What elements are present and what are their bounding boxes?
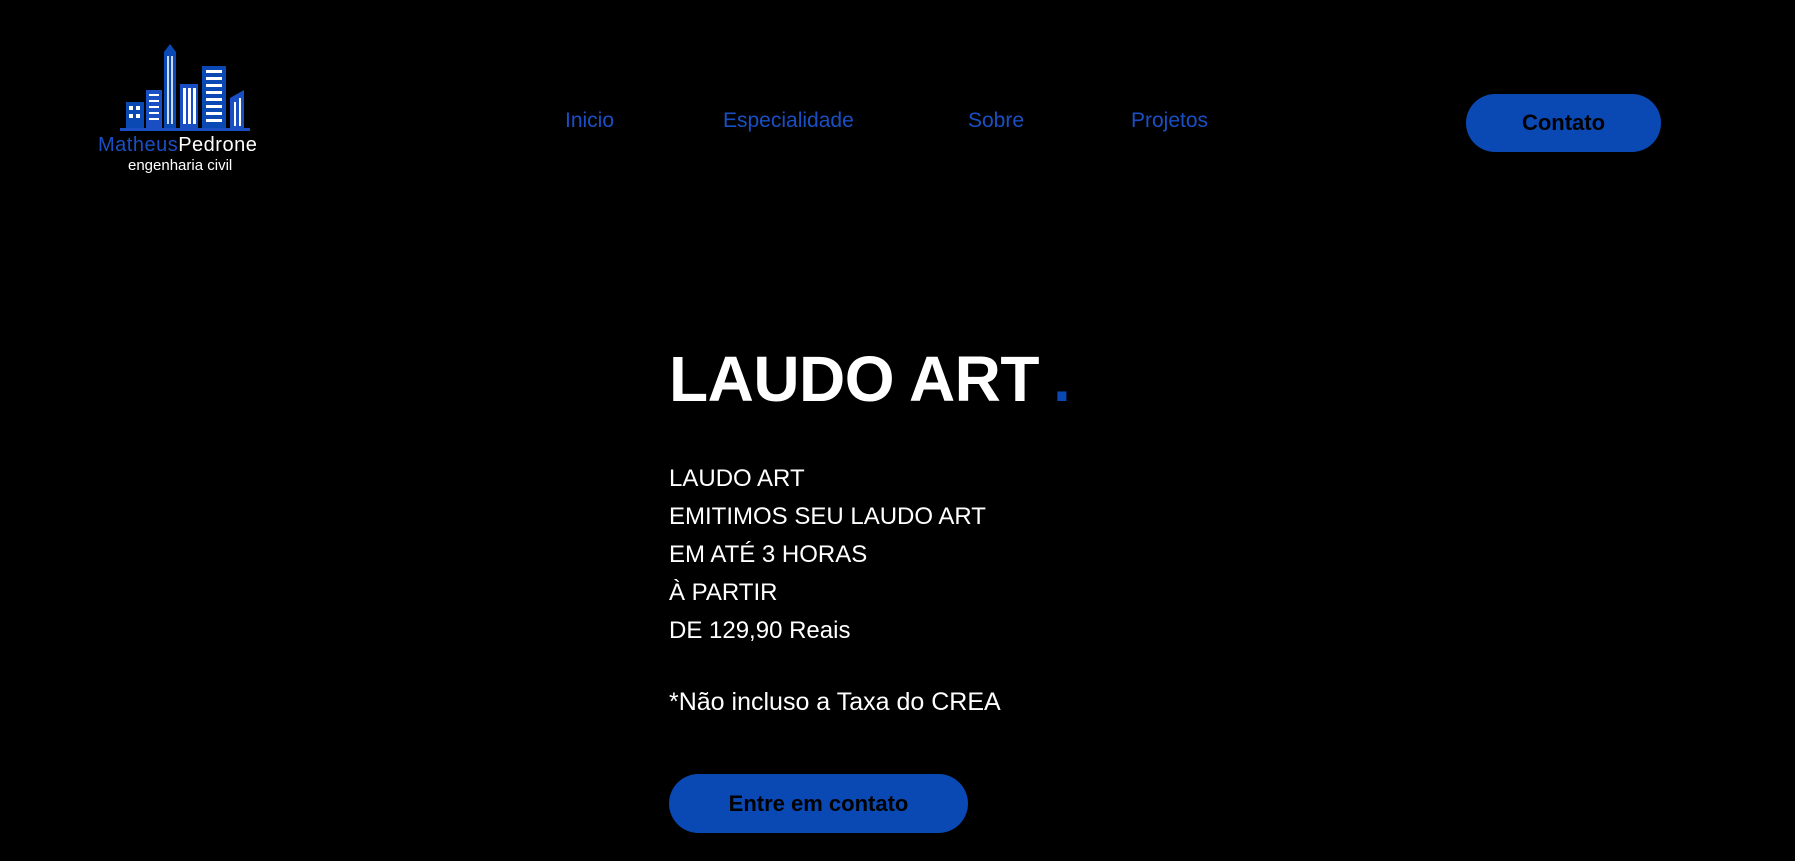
page: MatheusPedrone engenharia civil Inicio E… [0,0,1795,861]
hero-line: EMITIMOS SEU LAUDO ART [669,503,986,530]
hero-title-text: LAUDO ART [669,343,1039,415]
hero-title: LAUDO ART. [669,342,1071,416]
contact-button[interactable]: Contato [1466,94,1661,152]
hero-title-dot: . [1052,343,1071,415]
nav-link-inicio[interactable]: Inicio [565,109,614,133]
logo-tagline: engenharia civil [128,157,233,174]
hero-line: LAUDO ART [669,465,805,492]
nav-link-sobre[interactable]: Sobre [968,109,1024,133]
get-in-touch-button[interactable]: Entre em contato [669,774,968,833]
hero-note: *Não incluso a Taxa do CREA [669,688,1001,716]
nav-link-projetos[interactable]: Projetos [1131,109,1208,133]
nav-link-especialidade[interactable]: Especialidade [723,109,854,133]
hero-line: DE 129,90 Reais [669,617,851,644]
hero-line: EM ATÉ 3 HORAS [669,541,868,568]
hero-line: À PARTIR [669,579,778,606]
hero-description: LAUDO ART EMITIMOS SEU LAUDO ART EM ATÉ … [669,460,986,650]
